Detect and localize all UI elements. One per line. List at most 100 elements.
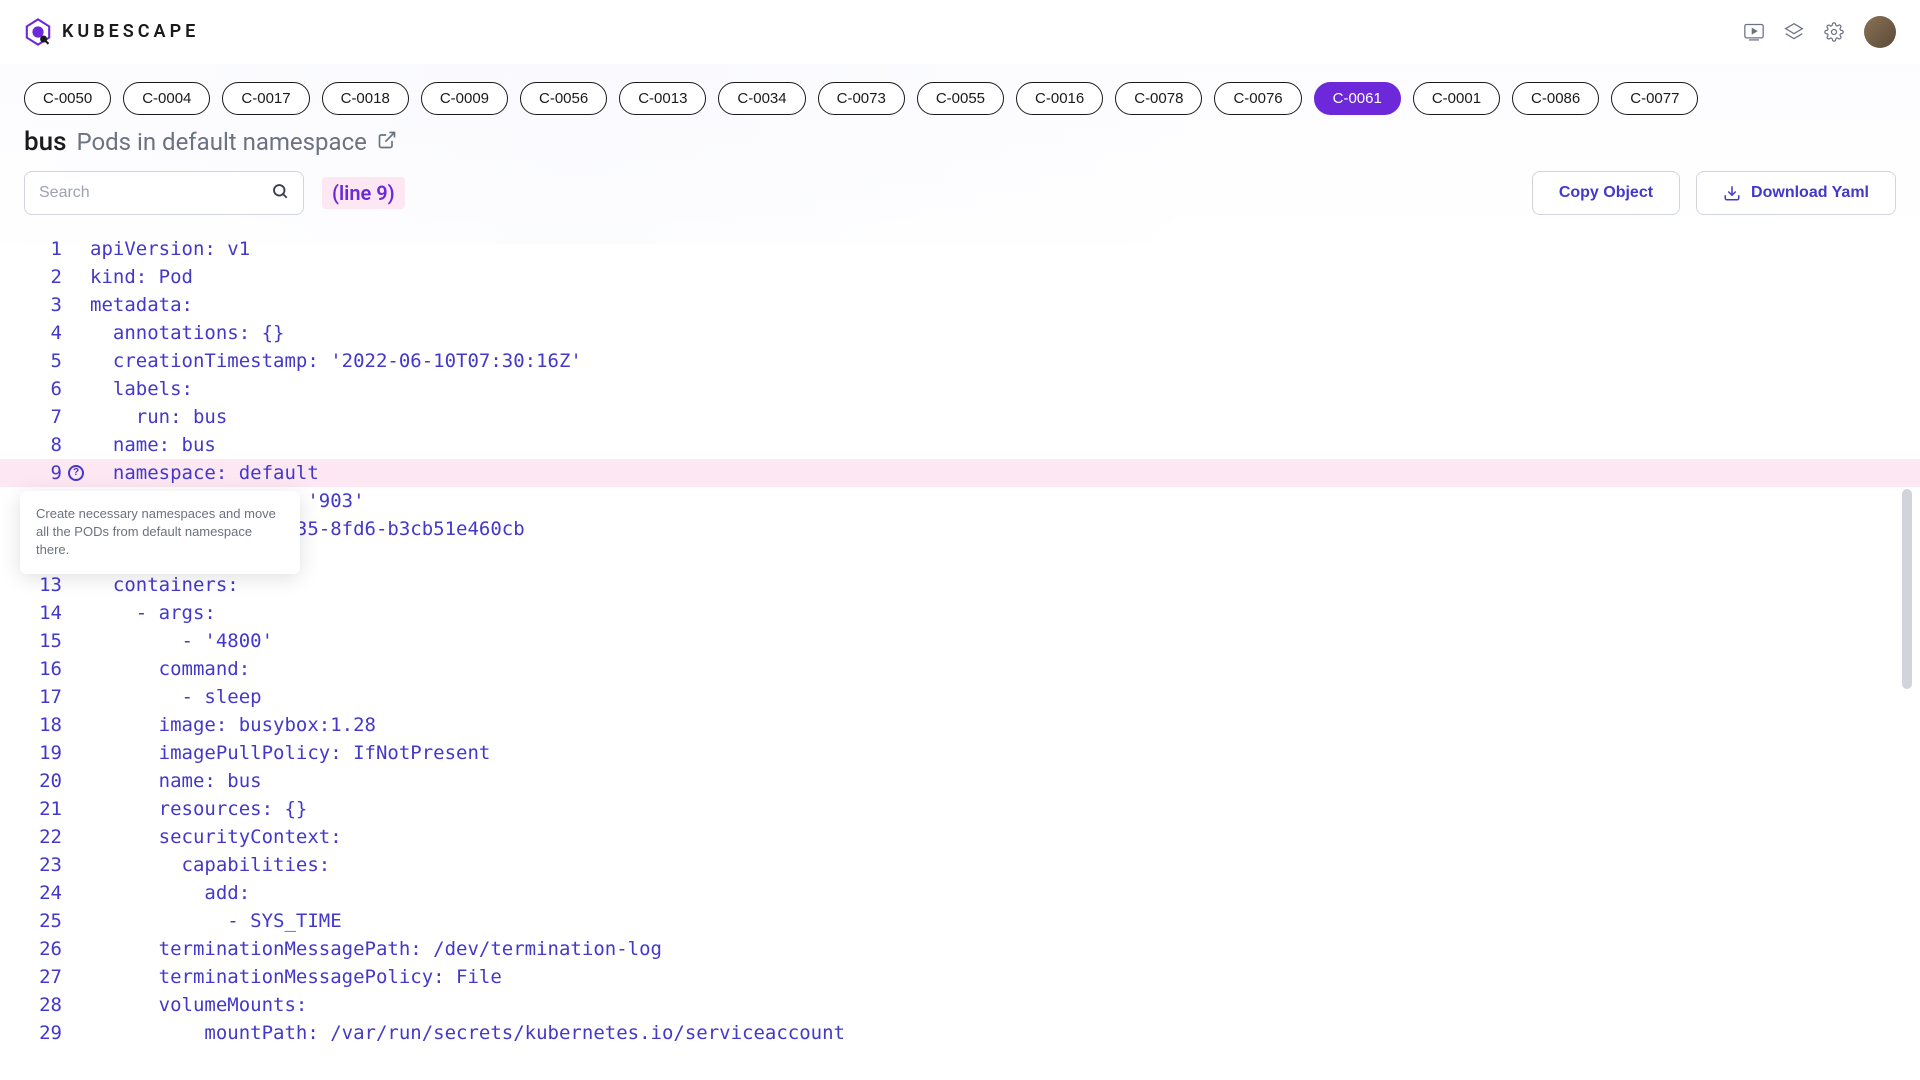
button-label: Copy Object — [1559, 184, 1653, 202]
code-text: resources: {} — [90, 795, 307, 823]
control-pill-C-0018[interactable]: C-0018 — [322, 82, 409, 115]
code-text: imagePullPolicy: IfNotPresent — [90, 739, 490, 767]
line-number: 16 — [24, 655, 62, 683]
control-pill-C-0086[interactable]: C-0086 — [1512, 82, 1599, 115]
control-pill-C-0001[interactable]: C-0001 — [1413, 82, 1500, 115]
copy-object-button[interactable]: Copy Object — [1532, 171, 1680, 215]
code-text: apiVersion: v1 — [90, 235, 250, 263]
control-pills: C-0050 C-0004 C-0017 C-0018 C-0009 C-0056 C-00… — [0, 64, 1920, 123]
breadcrumb: bus Pods in default namespace — [0, 123, 1920, 171]
control-pill-C-0073[interactable]: C-0073 — [818, 82, 905, 115]
code-text: kind: Pod — [90, 263, 193, 291]
line-number: 4 — [24, 319, 62, 347]
external-link-icon[interactable] — [377, 130, 397, 150]
control-pill-C-0056[interactable]: C-0056 — [520, 82, 607, 115]
code-line: 12 — [24, 543, 1896, 571]
code-line: 4 annotations: {} — [24, 319, 1896, 347]
code-text: capabilities: — [90, 851, 330, 879]
header-actions — [1744, 16, 1896, 48]
code-line: 22 securityContext: — [24, 823, 1896, 851]
code-line: 14 - args: — [24, 599, 1896, 627]
control-pill-C-0055[interactable]: C-0055 — [917, 82, 1004, 115]
code-text: - '4800' — [90, 627, 273, 655]
scrollbar-thumb[interactable] — [1902, 489, 1912, 689]
button-label: Download Yaml — [1751, 184, 1869, 202]
code-line: 6 labels: — [24, 375, 1896, 403]
download-icon — [1723, 184, 1741, 202]
code-text: containers: — [90, 571, 239, 599]
download-yaml-button[interactable]: Download Yaml — [1696, 171, 1896, 215]
control-pill-C-0077[interactable]: C-0077 — [1611, 82, 1698, 115]
layers-icon[interactable] — [1784, 22, 1804, 42]
header: KUBESCAPE — [0, 0, 1920, 64]
code-text: volumeMounts: — [90, 991, 307, 1019]
code-text: - args: — [90, 599, 216, 627]
code-line: 16 command: — [24, 655, 1896, 683]
code-line: 11 af66-4635-8fd6-b3cb51e460cb — [24, 515, 1896, 543]
control-pill-C-0016[interactable]: C-0016 — [1016, 82, 1103, 115]
code-text: command: — [90, 655, 250, 683]
code-line: 3metadata: — [24, 291, 1896, 319]
line-number: 22 — [24, 823, 62, 851]
info-icon[interactable]: ? — [68, 465, 84, 481]
search-input[interactable] — [39, 184, 271, 202]
code-text: metadata: — [90, 291, 193, 319]
code-line: 21 resources: {} — [24, 795, 1896, 823]
line-number: 21 — [24, 795, 62, 823]
line-indicator: (line 9) — [322, 177, 405, 209]
code-line: 2 kind: Pod — [24, 263, 1896, 291]
code-line: 20 name: bus — [24, 767, 1896, 795]
logo-icon — [24, 18, 52, 46]
control-pill-C-0013[interactable]: C-0013 — [619, 82, 706, 115]
remediation-tooltip: Create necessary namespaces and move all… — [20, 491, 300, 574]
code-line: 25 - SYS_TIME — [24, 907, 1896, 935]
resource-subtitle: Pods in default namespace — [76, 128, 366, 156]
code-line: 18 image: busybox:1.28 — [24, 711, 1896, 739]
line-number: 24 — [24, 879, 62, 907]
line-number: 15 — [24, 627, 62, 655]
line-number: 14 — [24, 599, 62, 627]
line-number: 29 — [24, 1019, 62, 1047]
control-pill-C-0061[interactable]: C-0061 — [1314, 82, 1401, 115]
control-pill-C-0017[interactable]: C-0017 — [222, 82, 309, 115]
line-number: 23 — [24, 851, 62, 879]
code-text: - sleep — [90, 683, 262, 711]
code-line: 29 mountPath: /var/run/secrets/kubernete… — [24, 1019, 1896, 1047]
code-text: annotations: {} — [90, 319, 284, 347]
code-text: securityContext: — [90, 823, 342, 851]
control-pill-C-0076[interactable]: C-0076 — [1214, 82, 1301, 115]
code-line: 13 containers: — [24, 571, 1896, 599]
search-icon[interactable] — [271, 182, 289, 204]
line-number: 17 — [24, 683, 62, 711]
control-pill-C-0050[interactable]: C-0050 — [24, 82, 111, 115]
line-number: 8 — [24, 431, 62, 459]
logo[interactable]: KUBESCAPE — [24, 18, 199, 46]
logo-text: KUBESCAPE — [62, 21, 199, 42]
control-pill-C-0004[interactable]: C-0004 — [123, 82, 210, 115]
gear-icon[interactable] — [1824, 22, 1844, 42]
code-text: terminationMessagePath: /dev/termination… — [90, 935, 662, 963]
line-number: 26 — [24, 935, 62, 963]
control-pill-C-0078[interactable]: C-0078 — [1115, 82, 1202, 115]
code-viewer: 1apiVersion: v12 kind: Pod3metadata:4 ann… — [0, 229, 1920, 1071]
line-number: 18 — [24, 711, 62, 739]
code-line: 15 - '4800' — [24, 627, 1896, 655]
code-text: namespace: default — [90, 459, 319, 487]
line-number: 25 — [24, 907, 62, 935]
control-pill-C-0034[interactable]: C-0034 — [718, 82, 805, 115]
avatar[interactable] — [1864, 16, 1896, 48]
code-text: labels: — [90, 375, 193, 403]
code-text: run: bus — [90, 403, 227, 431]
line-number: 2 — [24, 263, 62, 291]
code-line: 19 imagePullPolicy: IfNotPresent — [24, 739, 1896, 767]
line-number: 20 — [24, 767, 62, 795]
code-text: image: busybox:1.28 — [90, 711, 376, 739]
control-pill-C-0009[interactable]: C-0009 — [421, 82, 508, 115]
code-text: creationTimestamp: '2022-06-10T07:30:16Z… — [90, 347, 582, 375]
code-line: 27 terminationMessagePolicy: File — [24, 963, 1896, 991]
code-line: 17 - sleep — [24, 683, 1896, 711]
code-text: - SYS_TIME — [90, 907, 342, 935]
code-line: 1apiVersion: v1 — [24, 235, 1896, 263]
code-text: name: bus — [90, 431, 216, 459]
video-icon[interactable] — [1744, 22, 1764, 42]
